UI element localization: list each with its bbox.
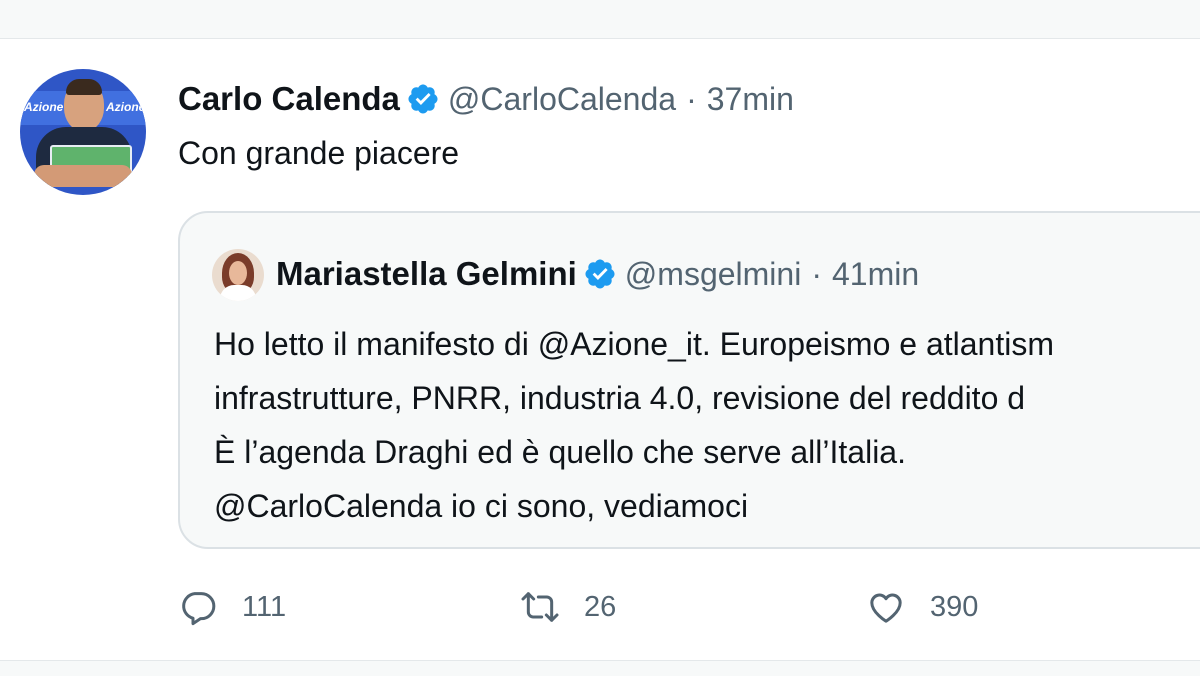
quoted-tweet-text: Ho letto il manifesto di @Azione_it. Eur…	[214, 317, 1200, 533]
quoted-text-line: È l’agenda Draghi ed è quello che serve …	[214, 434, 906, 470]
quoted-text-line: @CarloCalenda io ci sono, vediamoci	[214, 488, 749, 524]
like-count: 390	[930, 590, 979, 623]
author-handle[interactable]: @CarloCalenda	[448, 81, 676, 118]
like-icon	[870, 593, 902, 623]
quoted-verified-badge-icon	[585, 259, 615, 289]
verified-badge-icon	[408, 84, 438, 114]
avatar-hair	[66, 79, 102, 95]
avatar-arms	[34, 165, 132, 187]
like-button[interactable]: 390	[866, 585, 978, 629]
bottom-background	[0, 660, 1200, 676]
quoted-text-line: infrastrutture, PNRR, industria 4.0, rev…	[214, 380, 1026, 416]
author-name[interactable]: Carlo Calenda	[178, 80, 400, 118]
quoted-author-name[interactable]: Mariastella Gelmini	[276, 255, 577, 293]
quoted-author-handle[interactable]: @msgelmini	[625, 256, 802, 293]
retweet-button[interactable]: 26	[520, 585, 616, 629]
tweet-timestamp[interactable]: 37min	[707, 81, 794, 118]
quoted-header-separator: ·	[811, 255, 822, 292]
retweet-count: 26	[584, 590, 617, 623]
avatar-logo-text-right: Azione	[106, 100, 146, 114]
quoted-avatar-face	[229, 261, 247, 285]
quoted-tweet-timestamp[interactable]: 41min	[832, 256, 919, 293]
retweet-icon	[521, 592, 559, 622]
reply-icon	[182, 592, 216, 626]
quoted-tweet[interactable]: Mariastella Gelmini @msgelmini · 41min H…	[178, 211, 1200, 549]
quoted-avatar-shirt	[220, 285, 256, 301]
avatar-logo-text-left: Azione	[24, 100, 64, 114]
quoted-text-line: Ho letto il manifesto di @Azione_it. Eur…	[214, 326, 1054, 362]
top-background	[0, 0, 1200, 38]
header-separator: ·	[686, 80, 697, 117]
quoted-tweet-header: Mariastella Gelmini @msgelmini · 41min	[276, 251, 919, 297]
tweet-header: Carlo Calenda @CarloCalenda · 37min	[178, 77, 794, 121]
reply-button[interactable]: 111	[178, 585, 286, 629]
tweet-actions: 111 26 390	[178, 585, 1178, 629]
quoted-author-avatar[interactable]	[212, 249, 264, 301]
tweet-text: Con grande piacere	[178, 135, 460, 171]
author-avatar[interactable]: Azione Azione	[20, 69, 146, 195]
reply-count: 111	[242, 590, 287, 623]
tweet-card[interactable]: Azione Azione Carlo Calenda @CarloCalend…	[0, 38, 1200, 661]
